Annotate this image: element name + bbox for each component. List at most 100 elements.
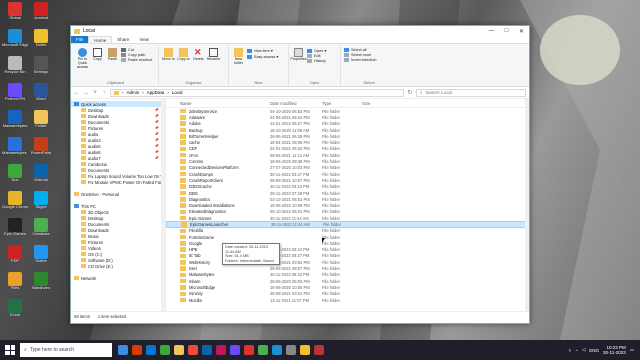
new-item-button[interactable]: New item ▾ [247, 48, 278, 53]
desktop-shortcut[interactable]: ProtonVPN [2, 83, 28, 111]
select-all-button[interactable]: Select all [344, 48, 377, 52]
clipboard-group: Pin to Quick access Copy Paste Cut Copy … [73, 46, 159, 86]
nav-item[interactable]: Network [71, 275, 165, 281]
history-button[interactable]: History [307, 59, 326, 63]
selection-count: 1 item selected [97, 314, 126, 319]
desktop-shortcut[interactable]: Settings [28, 56, 54, 84]
desktop-shortcut[interactable]: Skype [28, 191, 54, 219]
taskbar-app-icon[interactable] [300, 345, 310, 355]
desktop-shortcut[interactable]: Recycle Bin [2, 56, 28, 84]
app-icon [8, 191, 22, 205]
taskbar-app-icon[interactable] [118, 345, 128, 355]
taskbar-app-icon[interactable] [132, 345, 142, 355]
open-button[interactable]: Open ▾ [307, 48, 326, 53]
folder-icon [74, 102, 79, 106]
taskbar-app-icon[interactable] [174, 345, 184, 355]
folder-icon [180, 297, 186, 303]
taskbar-search[interactable]: ⌕ Type here to search [20, 343, 112, 357]
breadcrumb-appdata[interactable]: AppData [147, 90, 165, 95]
select-none-button[interactable]: Select none [344, 53, 377, 57]
cut-button[interactable]: Cut [121, 48, 152, 52]
volume-icon[interactable]: ◁ [582, 347, 585, 353]
folder-icon [81, 132, 86, 136]
taskbar-app-icon[interactable] [244, 345, 254, 355]
close-button[interactable]: ✕ [514, 28, 529, 35]
desktop-shortcut[interactable]: Files [2, 272, 28, 300]
desktop-shortcut[interactable]: Folder [28, 110, 54, 138]
forward-arrow-icon[interactable]: → [83, 90, 89, 96]
language-indicator[interactable]: ENG [589, 348, 599, 353]
taskbar-app-icon[interactable] [188, 345, 198, 355]
desktop-shortcut[interactable]: Excel [2, 299, 28, 327]
start-button[interactable] [3, 343, 17, 357]
tab-share[interactable]: Share [112, 36, 134, 43]
app-icon [8, 56, 22, 70]
folder-icon [180, 272, 186, 278]
folder-icon [180, 184, 186, 189]
search-box[interactable]: ⌕ Search Local [416, 88, 526, 97]
desktop-shortcut[interactable]: Notes [28, 29, 54, 57]
refresh-icon[interactable]: ↻ [407, 89, 413, 96]
new-folder-icon [234, 48, 243, 57]
easy-access-button[interactable]: Easy access ▾ [247, 54, 278, 59]
taskbar-app-icon[interactable] [272, 345, 282, 355]
desktop-shortcut[interactable]: Word [28, 83, 54, 111]
rename-icon [209, 48, 218, 57]
paste-shortcut-button[interactable]: Paste shortcut [121, 58, 152, 62]
folder-icon [180, 140, 186, 145]
folder-icon [74, 28, 80, 34]
desktop-shortcut[interactable]: Epic Games [2, 218, 28, 246]
taskbar-app-icon[interactable] [146, 345, 156, 355]
desktop-shortcut[interactable]: PowerPoint [28, 137, 54, 165]
desktop-shortcut[interactable]: Microsoft Edge [2, 29, 28, 57]
network-icon[interactable]: ◔ [575, 348, 578, 353]
tab-view[interactable]: View [134, 36, 154, 43]
taskbar-app-icon[interactable] [202, 345, 212, 355]
back-arrow-icon[interactable]: ← [74, 90, 80, 96]
taskbar-app-icon[interactable] [160, 345, 170, 355]
desktop-shortcut[interactable]: Global [2, 2, 28, 30]
taskbar-app-icon[interactable] [216, 345, 226, 355]
file-row[interactable]: Mozilla 13-11-2021 11:07 PM File folder [166, 297, 529, 303]
tab-home[interactable]: Home [88, 36, 113, 43]
breadcrumb-admin[interactable]: Admin [127, 90, 140, 95]
new-group: New folder New item ▾ Easy access ▾ New [229, 46, 289, 86]
taskbar-app-icon[interactable] [258, 345, 268, 355]
column-date[interactable]: Date modified [270, 101, 322, 106]
desktop-shortcut[interactable]: Acrobat [28, 2, 54, 30]
pin-icon [78, 48, 87, 57]
edit-button[interactable]: Edit [307, 54, 326, 58]
column-size[interactable]: Size [362, 101, 392, 106]
clock[interactable]: 10:23 PM 30-11-2023 [603, 345, 626, 356]
desktop-shortcut[interactable]: Malwarebytes [2, 110, 28, 138]
content-scrollbar[interactable] [525, 99, 529, 311]
chevron-up-icon[interactable]: ˄ [568, 348, 571, 353]
folder-icon [180, 260, 186, 265]
up-arrow-icon[interactable]: ↑ [101, 90, 107, 96]
breadcrumb-local[interactable]: Local [172, 90, 183, 95]
profile-sketch-image [540, 15, 620, 85]
desktop-shortcut[interactable]: Outlook [28, 164, 54, 192]
desktop-shortcut[interactable]: Nox [2, 164, 28, 192]
minimize-button[interactable]: — [484, 28, 499, 35]
desktop-shortcut[interactable]: Scribe [28, 245, 54, 273]
recent-chevron-icon[interactable]: ˅ [92, 90, 98, 96]
desktop-shortcut[interactable]: Malwarebytes Premium [2, 137, 28, 165]
notification-icon[interactable]: ▭ [630, 347, 634, 353]
desktop-shortcut[interactable]: PDF [2, 245, 28, 273]
column-type[interactable]: Type [322, 101, 362, 106]
desktop-shortcut[interactable]: Camtasia [28, 218, 54, 246]
tab-file[interactable]: File [71, 36, 89, 43]
copy-path-button[interactable]: Copy path [121, 53, 152, 57]
taskbar-app-icon[interactable] [314, 345, 324, 355]
desktop-shortcut[interactable]: Bandicam [28, 272, 54, 300]
maximize-button[interactable]: □ [499, 28, 514, 35]
desktop-shortcut[interactable]: Google Chrome [2, 191, 28, 219]
address-bar[interactable]: › Admin › AppData › Local [110, 88, 404, 97]
taskbar-app-icon[interactable] [286, 345, 296, 355]
column-name[interactable]: Name [166, 101, 270, 106]
taskbar-app-icon[interactable] [230, 345, 240, 355]
nav-scrollbar[interactable] [161, 99, 165, 311]
invert-selection-button[interactable]: Invert selection [344, 58, 377, 62]
app-icon [8, 299, 22, 313]
